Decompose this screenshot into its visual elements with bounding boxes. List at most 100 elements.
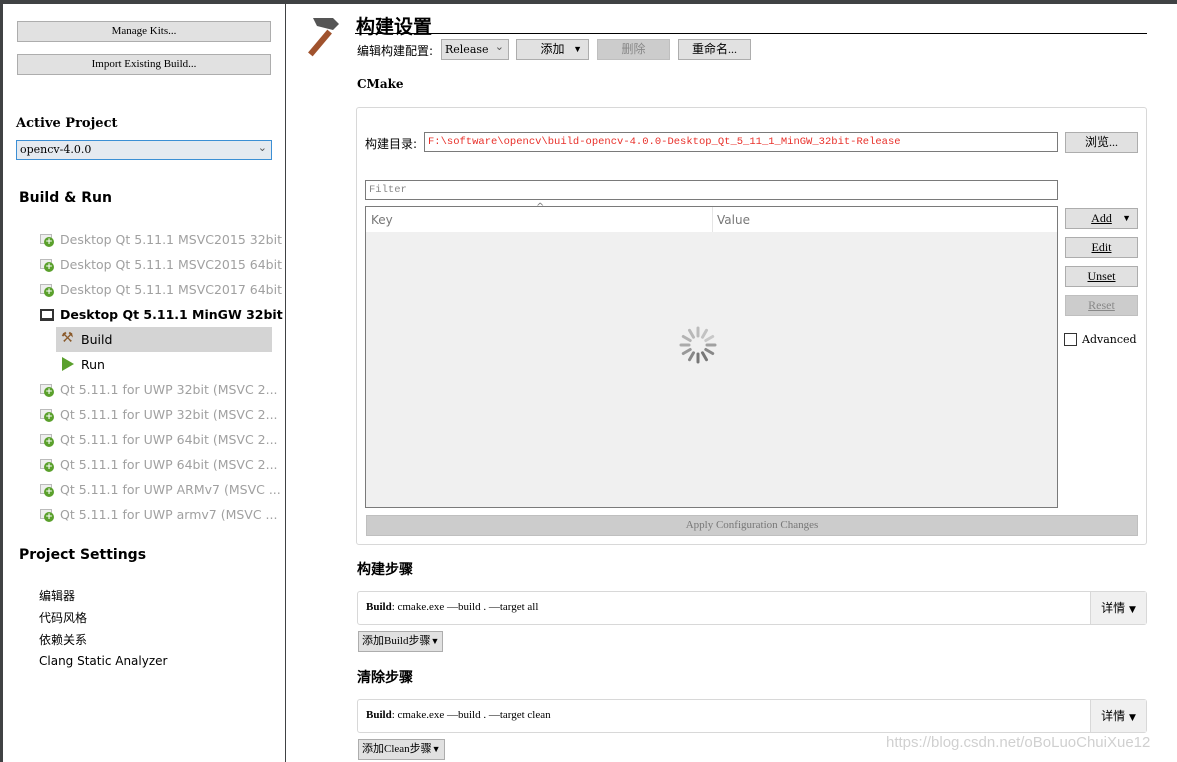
sidebar-item-build[interactable]: ⚒ Build [56,327,272,352]
sort-ascending-icon: ^ [536,202,545,213]
kit-label: Qt 5.11.1 for UWP ARMv7 (MSVC ... [60,482,281,497]
kit-item[interactable]: Qt 5.11.1 for UWP armv7 (MSVC ... [40,502,277,527]
browse-button[interactable]: 浏览... [1065,132,1138,153]
kit-item-active[interactable]: Desktop Qt 5.11.1 MinGW 32bit [40,302,283,327]
clean-step-command: : cmake.exe —build . —target clean [391,709,551,721]
kit-item[interactable]: Qt 5.11.1 for UWP 64bit (MSVC 2... [40,427,278,452]
active-project-value: opencv-4.0.0 [20,143,92,156]
edit-entry-button[interactable]: Edit [1065,237,1138,258]
advanced-checkbox[interactable] [1064,333,1077,346]
build-step-prefix: Build [366,601,392,613]
kit-label: Qt 5.11.1 for UWP 32bit (MSVC 2... [60,382,278,397]
active-project-label: Active Project [16,116,118,131]
kit-label: Desktop Qt 5.11.1 MinGW 32bit [60,307,283,322]
kit-label: Desktop Qt 5.11.1 MSVC2015 64bit [60,257,282,272]
clean-step-row: Build: cmake.exe —build . —target clean … [357,699,1147,733]
edit-config-label: 编辑构建配置: [357,44,434,58]
run-icon [62,357,74,371]
unset-entry-button[interactable]: Unset [1065,266,1138,287]
kit-add-icon [40,508,54,522]
page-title: 构建设置 [356,16,433,38]
dropdown-arrow-icon: ▼ [1128,605,1136,615]
hammer-large-icon [303,14,343,60]
sidebar-item-run[interactable]: Run [56,352,272,377]
import-existing-build-button[interactable]: Import Existing Build... [17,54,271,75]
add-entry-button[interactable]: Add ▼ [1065,208,1138,229]
clean-steps-label: 清除步骤 [357,670,413,686]
kit-add-icon [40,383,54,397]
kit-label: Qt 5.11.1 for UWP armv7 (MSVC ... [60,507,278,522]
add-clean-step-label: 添加Clean步骤 [362,743,432,755]
sidebar: Manage Kits... Import Existing Build... … [0,4,286,762]
config-table[interactable]: Key ^ Value [365,202,1058,508]
add-build-step-button[interactable]: 添加Build步骤▼ [358,631,444,652]
details-label: 详情 [1101,601,1126,615]
active-project-select[interactable]: opencv-4.0.0 ⌄ [16,140,272,160]
loading-spinner-icon [679,326,717,364]
build-label: Build [81,332,113,347]
run-label: Run [81,357,105,372]
table-header: Key ^ Value [366,202,1057,232]
kit-label: Desktop Qt 5.11.1 MSVC2017 64bit [60,282,282,297]
settings-item-clang-static-analyzer[interactable]: Clang Static Analyzer [39,654,167,668]
build-steps-label: 构建步骤 [357,562,413,578]
monitor-icon [40,308,54,321]
chevron-down-icon: ⌄ [494,40,504,53]
config-select[interactable]: Release ⌄ [441,39,509,60]
kit-add-icon [40,233,54,247]
kit-add-icon [40,258,54,272]
kit-add-icon [40,283,54,297]
title-divider [355,33,1147,34]
kit-add-icon [40,433,54,447]
filter-input[interactable]: Filter [365,180,1058,200]
config-value: Release [445,43,489,56]
kit-item[interactable]: Desktop Qt 5.11.1 MSVC2017 64bit [40,277,282,302]
build-step-row: Build: cmake.exe —build . —target all 详情… [357,591,1147,625]
dropdown-arrow-icon: ▼ [431,744,441,754]
column-header-key[interactable]: Key [371,213,393,227]
kit-add-icon [40,458,54,472]
dropdown-arrow-icon: ▼ [1122,213,1131,223]
add-build-step-label: 添加Build步骤 [362,635,431,647]
kit-add-icon [40,408,54,422]
manage-kits-button[interactable]: Manage Kits... [17,21,271,42]
cmake-section-label: CMake [357,77,404,91]
delete-config-button[interactable]: 删除 [597,39,670,60]
build-step-command: : cmake.exe —build . —target all [391,601,539,613]
hammer-icon: ⚒ [61,330,74,346]
apply-configuration-changes-button[interactable]: Apply Configuration Changes [366,515,1138,536]
kit-item[interactable]: Qt 5.11.1 for UWP 32bit (MSVC 2... [40,402,278,427]
reset-entry-button[interactable]: Reset [1065,295,1138,316]
build-run-label: Build & Run [19,190,112,206]
details-label: 详情 [1101,709,1126,723]
add-clean-step-button[interactable]: 添加Clean步骤▼ [358,739,445,760]
kit-label: Qt 5.11.1 for UWP 64bit (MSVC 2... [60,432,278,447]
kit-add-icon [40,483,54,497]
kit-item[interactable]: Qt 5.11.1 for UWP 32bit (MSVC 2... [40,377,278,402]
column-header-value[interactable]: Value [717,213,750,227]
dropdown-arrow-icon: ▼ [430,636,440,646]
kit-item[interactable]: Desktop Qt 5.11.1 MSVC2015 32bit [40,227,282,252]
watermark: https://blog.csdn.net/oBoLuoChuiXue12 [886,734,1151,751]
kit-item[interactable]: Desktop Qt 5.11.1 MSVC2015 64bit [40,252,282,277]
settings-item-editor[interactable]: 编辑器 [39,587,75,604]
advanced-label: Advanced [1082,333,1137,346]
rename-config-button[interactable]: 重命名... [678,39,751,60]
kit-item[interactable]: Qt 5.11.1 for UWP ARMv7 (MSVC ... [40,477,281,502]
kit-item[interactable]: Qt 5.11.1 for UWP 64bit (MSVC 2... [40,452,278,477]
build-step-details-button[interactable]: 详情 ▼ [1090,592,1146,624]
add-entry-label: Add [1091,211,1112,225]
build-dir-input[interactable]: F:\software\opencv\build-opencv-4.0.0-De… [424,132,1058,152]
kit-label: Qt 5.11.1 for UWP 64bit (MSVC 2... [60,457,278,472]
add-config-button[interactable]: 添加 ▼ [516,39,589,60]
clean-step-prefix: Build [366,709,392,721]
clean-step-details-button[interactable]: 详情 ▼ [1090,700,1146,732]
project-settings-label: Project Settings [19,547,147,563]
settings-item-code-style[interactable]: 代码风格 [39,609,87,626]
kit-label: Qt 5.11.1 for UWP 32bit (MSVC 2... [60,407,278,422]
dropdown-arrow-icon: ▼ [573,44,582,54]
settings-item-dependencies[interactable]: 依赖关系 [39,631,87,648]
build-dir-label: 构建目录: [365,137,418,151]
dropdown-arrow-icon: ▼ [1128,713,1136,723]
add-config-label: 添加 [540,42,565,56]
